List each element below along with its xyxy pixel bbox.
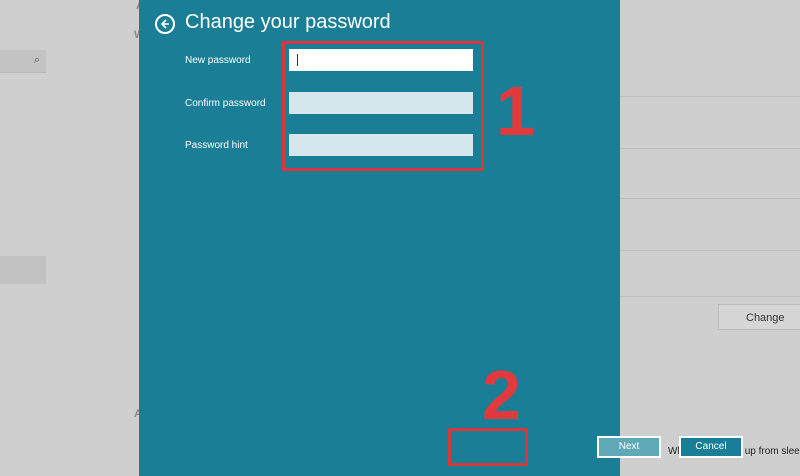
confirm-password-label: Confirm password <box>185 98 266 109</box>
annotation-step-1: 1 <box>496 72 535 150</box>
new-password-label: New password <box>185 55 251 66</box>
next-button[interactable]: Next <box>597 436 661 458</box>
annotation-step-2: 2 <box>482 356 521 434</box>
search-icon: ⌕ <box>33 54 40 66</box>
bg-divider <box>620 198 800 199</box>
bg-change-button: Change <box>718 304 800 330</box>
bg-divider <box>620 148 800 149</box>
bg-divider <box>620 296 800 297</box>
back-arrow-circle-icon[interactable] <box>155 14 175 34</box>
bg-divider <box>620 250 800 251</box>
bg-nav-item-selected <box>0 256 46 284</box>
password-hint-label: Password hint <box>185 140 248 151</box>
bg-divider <box>620 96 800 97</box>
cancel-button[interactable]: Cancel <box>679 436 743 458</box>
bg-search-box: ⌕ <box>0 50 46 73</box>
dialog-title: Change your password <box>185 11 391 33</box>
annotation-highlight-fields <box>282 41 484 171</box>
